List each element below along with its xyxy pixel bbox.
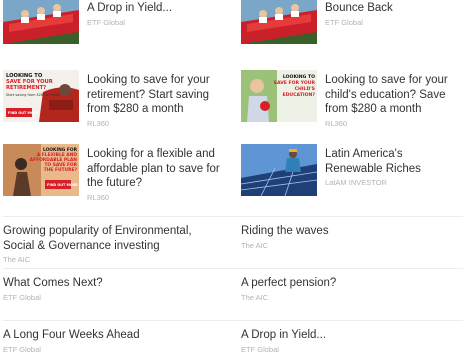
- list-item[interactable]: A perfect pension? The AIC: [241, 276, 463, 303]
- article-title[interactable]: A Drop in Yield...: [87, 1, 225, 16]
- retirement-ad-icon[interactable]: LOOKING TO SAVE FOR YOUR RETIREMENT? Sta…: [3, 70, 79, 122]
- article-source: The AIC: [241, 292, 269, 302]
- article-source: RL360: [87, 192, 110, 202]
- article-title[interactable]: A Drop in Yield...: [241, 328, 463, 343]
- svg-text:RETIREMENT?: RETIREMENT?: [6, 85, 46, 91]
- article-source: ETF Global: [87, 17, 125, 27]
- article-source: The AIC: [241, 240, 269, 250]
- article-title[interactable]: A perfect pension?: [241, 276, 463, 291]
- svg-text:FIND OUT MORE: FIND OUT MORE: [8, 111, 39, 115]
- article-source: ETF Global: [3, 344, 41, 354]
- article-source: ETF Global: [241, 344, 279, 354]
- article-title[interactable]: Growing popularity of Environmental, Soc…: [3, 224, 225, 253]
- solar-worker-icon[interactable]: [241, 144, 317, 196]
- list-item[interactable]: What Comes Next? ETF Global: [3, 276, 225, 303]
- svg-text:LOOKING TO: LOOKING TO: [283, 74, 315, 80]
- article-title[interactable]: Looking for a flexible and affordable pl…: [87, 147, 225, 191]
- article-title[interactable]: Bounce Back: [325, 1, 463, 16]
- article-title[interactable]: A Long Four Weeks Ahead: [3, 328, 225, 343]
- list-item[interactable]: Riding the waves The AIC: [241, 224, 463, 251]
- svg-text:Start saving from $280 a month: Start saving from $280 a month: [6, 93, 60, 97]
- svg-text:EDUCATION?: EDUCATION?: [282, 92, 315, 98]
- article-title[interactable]: Looking to save for your child's educati…: [325, 73, 463, 117]
- svg-text:SAVE FOR YOUR: SAVE FOR YOUR: [274, 80, 316, 86]
- divider: [3, 216, 463, 217]
- article-title[interactable]: Latin America's Renewable Riches: [325, 147, 463, 176]
- divider: [3, 320, 463, 321]
- article-source: RL360: [87, 118, 110, 128]
- article-source: LatAM INVESTOR: [325, 178, 387, 187]
- list-item[interactable]: A Long Four Weeks Ahead ETF Global: [3, 328, 225, 355]
- flexible-plan-ad-icon[interactable]: LOOKING FOR A FLEXIBLE AND AFFORDABLE PL…: [3, 144, 79, 196]
- article-title[interactable]: What Comes Next?: [3, 276, 225, 291]
- coaster-icon[interactable]: [241, 0, 317, 44]
- article-source: The AIC: [3, 255, 31, 264]
- list-item[interactable]: A Drop in Yield... ETF Global: [241, 328, 463, 355]
- divider: [3, 268, 463, 269]
- article-title[interactable]: Riding the waves: [241, 224, 463, 239]
- article-title[interactable]: Looking to save for your retirement? Sta…: [87, 73, 225, 117]
- article-source: RL360: [325, 118, 348, 128]
- svg-text:CHILD'S: CHILD'S: [295, 86, 315, 92]
- education-ad-icon[interactable]: LOOKING TO SAVE FOR YOUR CHILD'S EDUCATI…: [241, 70, 317, 122]
- coaster-icon[interactable]: [3, 0, 79, 44]
- svg-text:THE FUTURE?: THE FUTURE?: [44, 167, 78, 173]
- article-source: ETF Global: [3, 292, 41, 302]
- article-source: ETF Global: [325, 17, 363, 27]
- svg-text:FIND OUT MORE: FIND OUT MORE: [47, 183, 78, 187]
- list-item[interactable]: Growing popularity of Environmental, Soc…: [3, 224, 225, 265]
